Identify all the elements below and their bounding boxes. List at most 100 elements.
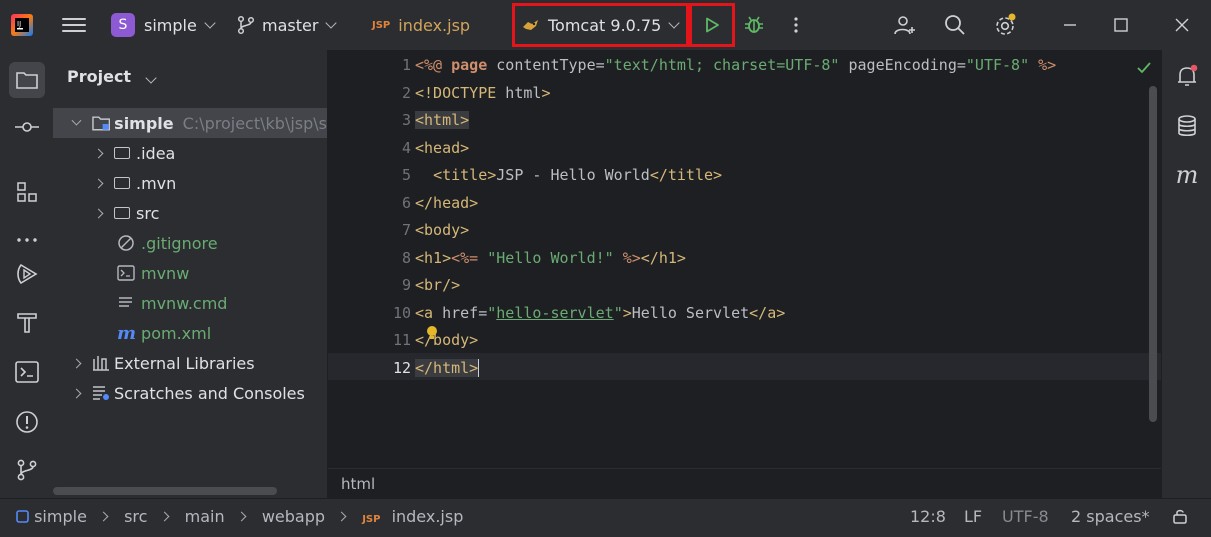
open-file-tab[interactable]: JSP index.jsp	[372, 0, 470, 50]
tree-item-external-libraries[interactable]: External Libraries	[53, 348, 327, 378]
lock-icon[interactable]	[1172, 508, 1188, 528]
git-tool-button[interactable]	[13, 456, 41, 484]
build-tool-button[interactable]	[13, 308, 41, 336]
collapse-arrow-icon	[71, 388, 82, 398]
tree-root-simple[interactable]: simple C:\project\kb\jsp\s	[53, 108, 327, 138]
status-path-part[interactable]: simple	[34, 507, 87, 526]
no-problems-check-icon[interactable]	[1136, 60, 1152, 79]
notifications-button[interactable]	[1173, 62, 1201, 90]
warning-circle-icon	[16, 411, 38, 433]
tree-item-gitignore[interactable]: .gitignore	[53, 228, 327, 258]
chevron-down-icon	[668, 16, 680, 29]
structure-tool-button[interactable]	[13, 178, 41, 206]
project-panel-title: Project	[67, 67, 132, 86]
tree-item-idea[interactable]: .idea	[53, 138, 327, 168]
branch-switcher[interactable]: master	[237, 0, 338, 50]
database-icon	[1178, 115, 1196, 137]
collapse-arrow-icon	[71, 358, 82, 368]
project-badge: S	[111, 13, 135, 37]
path-separator-icon	[336, 511, 347, 522]
line-number: 5	[401, 166, 411, 184]
indent-setting[interactable]: 2 spaces*	[1071, 507, 1150, 526]
code-with-me-button[interactable]	[880, 0, 930, 50]
project-tool-button[interactable]	[9, 62, 45, 98]
editor-breadcrumb[interactable]: html	[341, 475, 375, 493]
maximize-window-button[interactable]	[1096, 0, 1146, 50]
svg-text:IJ: IJ	[17, 20, 21, 28]
close-window-button[interactable]	[1157, 0, 1207, 50]
problems-tool-button[interactable]	[13, 408, 41, 436]
editor-breadcrumb-bar: html	[328, 468, 1161, 499]
tree-item-scratches[interactable]: Scratches and Consoles	[53, 378, 327, 408]
tree-item-mvnw[interactable]: mvnw	[53, 258, 327, 288]
tree-item-pom[interactable]: m pom.xml	[53, 318, 327, 348]
more-actions-button[interactable]	[771, 0, 821, 50]
main-menu-button[interactable]	[62, 14, 86, 36]
project-switcher[interactable]: S simple	[111, 0, 216, 50]
file-encoding[interactable]: UTF-8	[1002, 507, 1049, 526]
maven-tool-button[interactable]: m	[1173, 161, 1201, 189]
run-play-icon	[706, 17, 719, 33]
collapse-arrow-icon	[93, 178, 104, 188]
git-branch-icon	[237, 15, 255, 35]
jsp-file-icon: JSP	[362, 514, 381, 525]
status-path-part[interactable]: index.jsp	[392, 507, 464, 526]
intention-bulb-icon[interactable]	[425, 325, 439, 345]
project-panel-header[interactable]: Project	[67, 67, 157, 86]
structure-icon	[17, 182, 37, 202]
run-config-name: Tomcat 9.0.75	[548, 15, 662, 35]
chevron-down-icon	[204, 16, 216, 29]
code-editor[interactable]: 1 2 3 4 5 6 7 8 9 10 11 12 <%@ page contentType="te…	[328, 50, 1161, 468]
path-separator-icon	[98, 511, 109, 522]
search-everywhere-button[interactable]	[930, 0, 980, 50]
tree-item-label: mvnw.cmd	[141, 293, 228, 313]
status-path-part[interactable]: webapp	[262, 507, 325, 526]
status-path-part[interactable]: src	[124, 507, 147, 526]
module-folder-icon	[92, 116, 110, 131]
line-number: 2	[401, 84, 411, 102]
commit-tool-button[interactable]	[13, 113, 41, 141]
settings-button[interactable]	[980, 0, 1030, 50]
tree-item-mvn[interactable]: .mvn	[53, 168, 327, 198]
tree-item-mvnw-cmd[interactable]: mvnw.cmd	[53, 288, 327, 318]
tree-item-label: Scratches and Consoles	[114, 383, 305, 403]
title-bar: IJ S simple master JSP index.jsp Tomcat …	[0, 0, 1211, 50]
line-number: 12	[392, 359, 411, 377]
project-horizontal-scrollbar[interactable]	[53, 487, 277, 495]
code-line-3: <html>	[415, 111, 470, 129]
tomcat-icon	[523, 20, 538, 30]
services-tool-button[interactable]	[13, 260, 41, 288]
line-number: 1	[401, 56, 411, 74]
terminal-tool-button[interactable]	[13, 358, 41, 386]
editor-vertical-scrollbar[interactable]	[1149, 86, 1157, 422]
library-icon	[93, 356, 109, 371]
folder-icon	[114, 207, 130, 219]
more-tools-button[interactable]	[13, 226, 41, 254]
collapse-arrow-icon	[93, 208, 104, 218]
hammer-icon	[17, 313, 37, 333]
left-tool-strip	[0, 50, 54, 498]
code-line-8: <h1><%= "Hello World!" %></h1>	[415, 249, 686, 267]
status-path-breadcrumb: simple src main webapp JSP index.jsp	[16, 507, 463, 526]
tree-item-src[interactable]: src	[53, 198, 327, 228]
root-name: simple	[114, 113, 174, 133]
gear-icon	[996, 13, 1016, 35]
module-icon	[16, 510, 29, 523]
line-number: 6	[401, 194, 411, 212]
line-ending[interactable]: LF	[964, 507, 982, 526]
tree-item-label: .idea	[136, 143, 176, 163]
more-vertical-icon	[794, 17, 798, 33]
maven-icon: m	[117, 322, 137, 344]
line-number: 9	[401, 276, 411, 294]
caret-position[interactable]: 12:8	[910, 507, 946, 526]
code-line-6: </head>	[415, 194, 479, 212]
minimize-window-button[interactable]	[1045, 0, 1095, 50]
status-path-part[interactable]: main	[185, 507, 225, 526]
terminal-icon	[15, 361, 39, 383]
run-config-selector[interactable]: Tomcat 9.0.75	[522, 0, 680, 50]
chevron-down-icon	[325, 16, 338, 29]
database-tool-button[interactable]	[1173, 112, 1201, 140]
line-number: 4	[401, 139, 411, 157]
path-separator-icon	[159, 511, 169, 522]
services-icon	[17, 263, 38, 285]
